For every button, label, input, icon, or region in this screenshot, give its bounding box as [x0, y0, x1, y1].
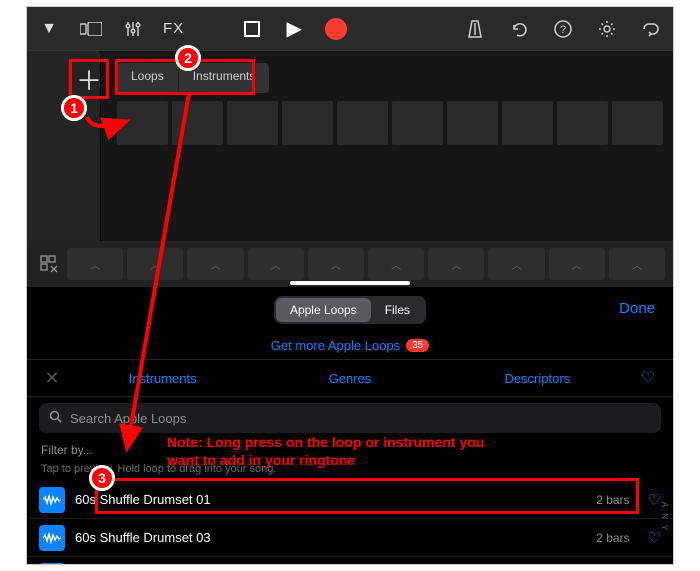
loop-name: 60s Shuffle Drumset 03 — [75, 530, 586, 545]
scene-cell[interactable]: ︿ — [67, 248, 123, 280]
close-filter-icon[interactable]: ✕ — [35, 368, 69, 389]
scene-cell[interactable]: ︿ — [609, 248, 665, 280]
search-placeholder: Search Apple Loops — [70, 411, 186, 426]
files-segment[interactable]: Files — [371, 298, 424, 322]
waveform-icon — [39, 487, 65, 513]
grid-edit-icon[interactable] — [35, 250, 63, 278]
filter-by-button[interactable]: Filter by... — [27, 439, 673, 461]
waveform-icon — [39, 563, 65, 566]
metronome-icon[interactable] — [463, 17, 487, 41]
add-track-button[interactable]: ＋ — [71, 61, 107, 97]
browser-segment-row: Apple Loops Files Done — [27, 289, 673, 331]
info-icon[interactable]: ? — [551, 17, 575, 41]
home-indicator — [290, 281, 410, 285]
get-more-loops-label: Get more Apple Loops — [271, 338, 400, 353]
source-segment[interactable]: Apple Loops Files — [274, 296, 426, 324]
loop-name: 60s Shuffle Drumset 01 — [75, 492, 586, 507]
apple-loops-segment[interactable]: Apple Loops — [276, 298, 371, 322]
stop-button[interactable] — [240, 17, 264, 41]
loops-tab[interactable]: Loops — [117, 63, 179, 93]
loop-browser-panel: Apple Loops Files Done Get more Apple Lo… — [27, 289, 673, 564]
loop-row[interactable]: 60s Shuffle Drumset 01 2 bars ♡ — [27, 481, 673, 519]
settings-gear-icon[interactable] — [595, 17, 619, 41]
scene-cell[interactable]: ︿ — [549, 248, 605, 280]
loop-row[interactable]: 60s Shuffle Drumset 03 2 bars ♡ — [27, 519, 673, 557]
scene-cell[interactable]: ︿ — [127, 248, 183, 280]
watermark-text: A N Y — [660, 502, 669, 532]
waveform-icon — [39, 525, 65, 551]
search-icon — [49, 410, 62, 426]
instruments-filter-tab[interactable]: Instruments — [69, 371, 256, 386]
genres-filter-tab[interactable]: Genres — [256, 371, 443, 386]
region-cells[interactable] — [117, 101, 663, 145]
favorite-icon[interactable]: ♡ — [648, 529, 661, 547]
loops-instruments-toggle[interactable]: Loops Instruments — [117, 63, 269, 93]
scene-cell[interactable]: ︿ — [248, 248, 304, 280]
scene-cell[interactable]: ︿ — [368, 248, 424, 280]
undo-icon[interactable] — [507, 17, 531, 41]
scene-cell[interactable]: ︿ — [308, 248, 364, 280]
filter-tabs: ✕ Instruments Genres Descriptors ♡ — [27, 359, 673, 397]
instruments-tab[interactable]: Instruments — [179, 63, 270, 93]
tracks-view-icon[interactable] — [79, 17, 103, 41]
scene-cell[interactable]: ︿ — [187, 248, 243, 280]
garageband-tracks-view: ▼ FX ▶ ? — [27, 7, 673, 287]
view-dropdown-icon[interactable]: ▼ — [37, 17, 61, 41]
loop-bars: 2 bars — [596, 531, 629, 545]
loop-browser-icon[interactable] — [639, 17, 663, 41]
done-button[interactable]: Done — [619, 300, 655, 317]
loop-bars: 2 bars — [596, 493, 629, 507]
get-more-loops-link[interactable]: Get more Apple Loops 35 — [27, 331, 673, 359]
favorites-filter-icon[interactable]: ♡ — [631, 368, 665, 388]
scene-cell[interactable]: ︿ — [488, 248, 544, 280]
mixer-icon[interactable] — [121, 17, 145, 41]
descriptors-filter-tab[interactable]: Descriptors — [444, 371, 631, 386]
record-button[interactable] — [324, 17, 348, 41]
main-toolbar: ▼ FX ▶ ? — [27, 7, 673, 51]
loop-row[interactable]: 60s Shuffle Drumset 06 2 bars ♡ — [27, 557, 673, 565]
drag-hint-text: Tap to preview. Hold loop to drag into y… — [27, 461, 673, 481]
favorite-icon[interactable]: ♡ — [648, 491, 661, 509]
search-input[interactable]: Search Apple Loops — [39, 403, 661, 433]
fx-button[interactable]: FX — [163, 20, 184, 37]
play-button[interactable]: ▶ — [282, 17, 306, 41]
track-area: ＋ Loops Instruments — [27, 51, 673, 241]
loops-count-badge: 35 — [406, 339, 429, 352]
svg-text:?: ? — [560, 24, 566, 36]
scene-cell[interactable]: ︿ — [428, 248, 484, 280]
